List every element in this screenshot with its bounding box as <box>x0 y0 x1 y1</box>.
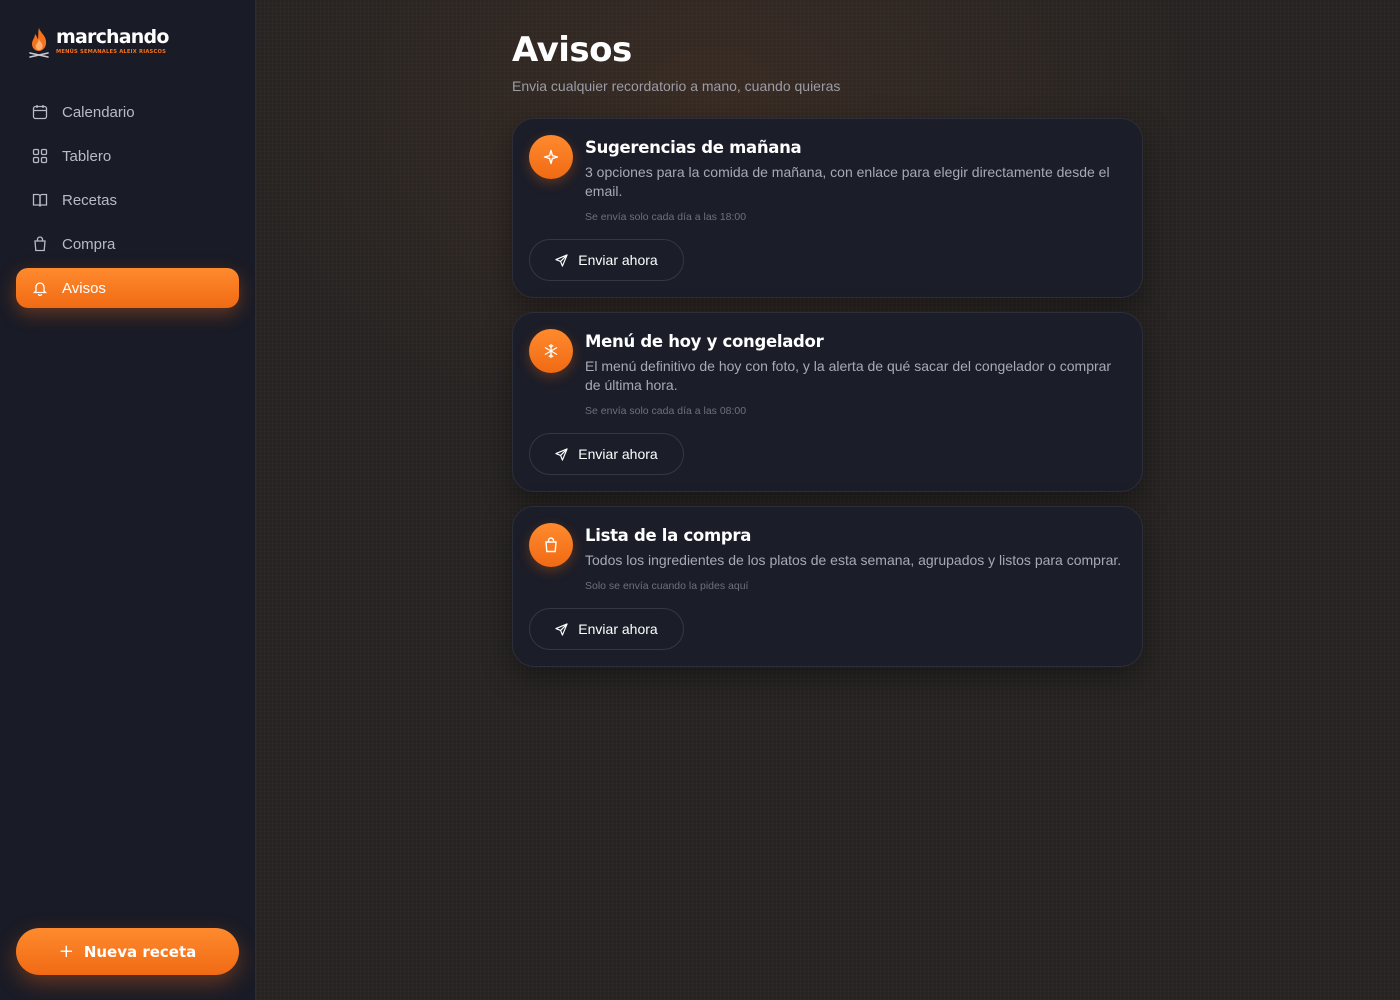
main-content: Avisos Envia cualquier recordatorio a ma… <box>256 0 1400 1000</box>
card-schedule-note: Se envía solo cada día a las 08:00 <box>585 405 747 417</box>
sidebar-item-avisos[interactable]: Avisos <box>16 268 239 308</box>
plus-icon: + <box>58 940 74 962</box>
sidebar: marchando MENÚS SEMANALES ALEIX RIASCOS … <box>0 0 256 1000</box>
page-title: Avisos <box>512 30 632 70</box>
flame-logo-icon <box>29 28 49 58</box>
card-title: Menú de hoy y congelador <box>585 332 824 351</box>
sidebar-item-label: Recetas <box>62 191 118 209</box>
bell-icon <box>32 282 48 296</box>
content: Avisos Envia cualquier recordatorio a ma… <box>512 30 1143 667</box>
book-icon <box>32 193 48 207</box>
reminder-card-lista-compra: Lista de la compra Todos los ingrediente… <box>512 506 1143 667</box>
send-icon <box>555 447 568 461</box>
send-now-label: Enviar ahora <box>578 621 658 637</box>
card-schedule-note: Solo se envía cuando la pides aquí <box>585 580 749 592</box>
sidebar-item-calendario[interactable]: Calendario <box>16 92 239 132</box>
sidebar-item-label: Compra <box>62 235 116 253</box>
brand-name: marchando <box>56 26 169 48</box>
sidebar-item-label: Tablero <box>62 147 112 165</box>
sidebar-item-tablero[interactable]: Tablero <box>16 136 239 176</box>
sidebar-item-compra[interactable]: Compra <box>16 224 239 264</box>
snowflake-icon <box>529 329 573 373</box>
send-now-label: Enviar ahora <box>578 446 658 462</box>
card-title: Lista de la compra <box>585 526 752 545</box>
sparkle-icon <box>529 135 573 179</box>
card-schedule-note: Se envía solo cada día a las 18:00 <box>585 211 747 223</box>
send-now-button[interactable]: Enviar ahora <box>529 239 684 281</box>
sidebar-item-label: Avisos <box>62 279 106 297</box>
grid-icon <box>32 148 48 164</box>
brand[interactable]: marchando MENÚS SEMANALES ALEIX RIASCOS <box>26 26 169 58</box>
new-recipe-button[interactable]: + Nueva receta <box>16 928 239 975</box>
send-now-label: Enviar ahora <box>578 252 658 268</box>
brand-tagline: MENÚS SEMANALES ALEIX RIASCOS <box>56 49 167 55</box>
sidebar-item-recetas[interactable]: Recetas <box>16 180 239 220</box>
card-description: 3 opciones para la comida de mañana, con… <box>585 164 1110 199</box>
reminder-list: Sugerencias de mañana 3 opciones para la… <box>512 118 1143 667</box>
send-icon <box>555 622 568 636</box>
reminder-card-menu-hoy: Menú de hoy y congelador El menú definit… <box>512 312 1143 492</box>
shopping-bag-icon <box>34 236 46 252</box>
sidebar-nav: Calendario Tablero Recetas Compra Avisos <box>16 92 239 312</box>
card-description: Todos los ingredientes de los platos de … <box>585 552 1122 568</box>
send-now-button[interactable]: Enviar ahora <box>529 608 684 650</box>
card-description: El menú definitivo de hoy con foto, y la… <box>585 358 1112 393</box>
card-title: Sugerencias de mañana <box>585 138 802 157</box>
app: marchando MENÚS SEMANALES ALEIX RIASCOS … <box>0 0 1400 1000</box>
send-now-button[interactable]: Enviar ahora <box>529 433 684 475</box>
sidebar-item-label: Calendario <box>62 103 135 121</box>
page-subtitle: Envia cualquier recordatorio a mano, cua… <box>512 78 841 94</box>
calendar-icon <box>32 105 48 120</box>
send-icon <box>555 253 568 267</box>
new-recipe-label: Nueva receta <box>83 942 197 961</box>
shopping-bag-icon <box>529 523 573 567</box>
reminder-card-sugerencias: Sugerencias de mañana 3 opciones para la… <box>512 118 1143 298</box>
